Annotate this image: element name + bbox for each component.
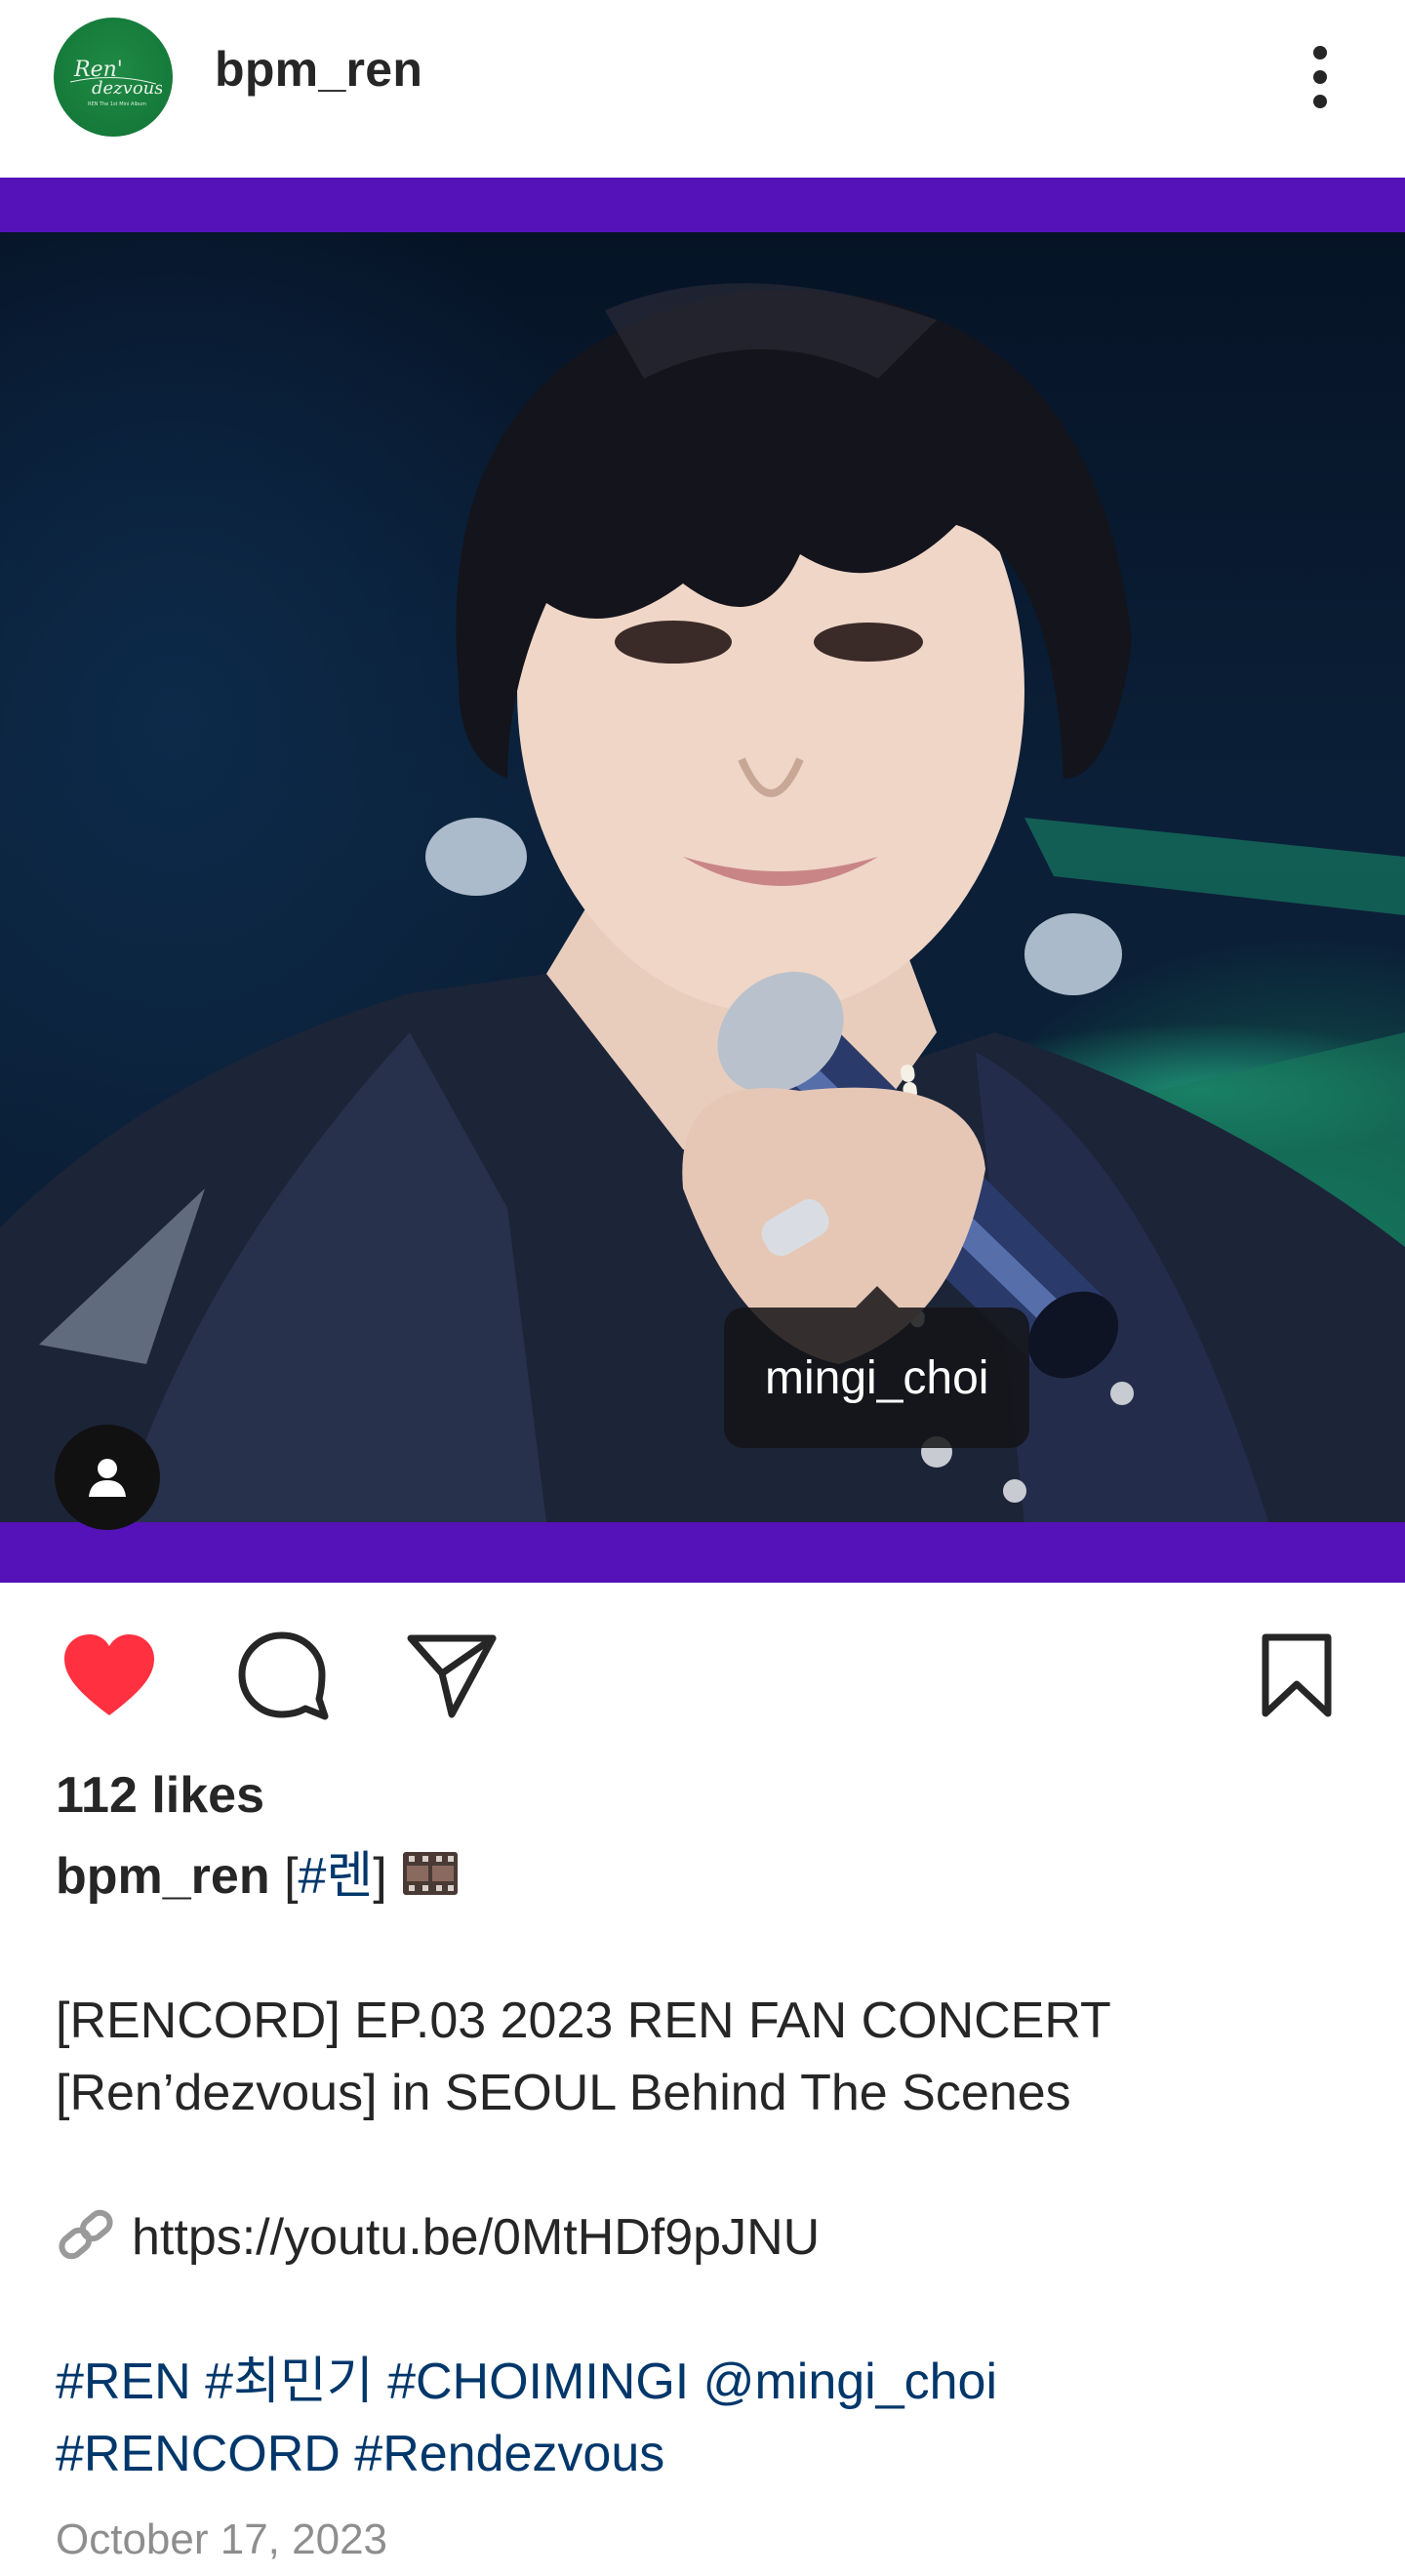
hashtag-choiminki-korean[interactable]: #최민기 [205, 2354, 373, 2410]
post-header: Ren' dezvous REN The 1st Mini Album bpm_… [0, 0, 1405, 178]
heart-filled-icon [64, 1634, 154, 1715]
caption-line-1: [RENCORD] EP.03 2023 REN FAN CONCERT [56, 1992, 1111, 2049]
caption-bracket-open: [ [284, 1848, 299, 1905]
caption-hashtags-line-2: #RENCORD #Rendezvous [56, 2418, 1353, 2490]
like-button[interactable] [56, 1622, 163, 1729]
paper-plane-icon [407, 1634, 497, 1718]
post-media[interactable]: mingi_choi [0, 178, 1405, 1583]
hashtag-ren[interactable]: #REN [56, 2354, 191, 2410]
comment-button[interactable] [228, 1622, 336, 1729]
caption-first-line: bpm_ren [#렌] [56, 1840, 1353, 1912]
hashtag-rendezvous[interactable]: #Rendezvous [354, 2426, 664, 2482]
caption-url-link[interactable]: https://youtu.be/0MtHDf9pJNU [132, 2209, 820, 2266]
post-date: October 17, 2023 [56, 2516, 388, 2563]
caption-link-line: https://youtu.be/0MtHDf9pJNU [56, 2201, 1353, 2274]
user-tag-bubble[interactable]: mingi_choi [724, 1286, 1030, 1448]
caption-hashtag-ren[interactable]: #렌 [299, 1848, 374, 1905]
like-count[interactable]: 112 likes [56, 1766, 264, 1825]
tagged-users-button[interactable] [55, 1425, 160, 1530]
svg-text:REN The 1st Mini Album: REN The 1st Mini Album [88, 101, 146, 107]
comment-icon [238, 1631, 329, 1720]
post-action-bar [0, 1583, 1405, 1758]
caption-hashtags-line-1: #REN #최민기 #CHOIMINGI @mingi_choi [56, 2346, 1353, 2418]
caption-username[interactable]: bpm_ren [56, 1848, 270, 1905]
post-username[interactable]: bpm_ren [215, 41, 422, 98]
share-button[interactable] [398, 1622, 505, 1729]
person-icon [89, 1459, 126, 1497]
caption-line-2: [Ren’dezvous] in SEOUL Behind The Scenes [56, 2065, 1071, 2121]
profile-avatar[interactable]: Ren' dezvous REN The 1st Mini Album [54, 18, 173, 137]
svg-text:dezvous: dezvous [92, 78, 162, 99]
film-frames-icon [403, 1852, 459, 1895]
user-tag-label: mingi_choi [765, 1351, 989, 1404]
post-caption: bpm_ren [#렌] [RENCORD] EP.03 2023 REN FA… [56, 1840, 1353, 2490]
link-icon [59, 2209, 113, 2260]
more-vertical-icon [1313, 46, 1327, 108]
hashtag-choimingi[interactable]: #CHOIMINGI [387, 2354, 689, 2410]
avatar-logo: Ren' dezvous REN The 1st Mini Album [69, 58, 162, 107]
more-options-button[interactable] [1288, 35, 1352, 119]
post-photo [0, 232, 1405, 1522]
caption-bracket-close: ] [373, 1848, 387, 1905]
concert-photo-illustration [0, 283, 1405, 1522]
save-button[interactable] [1243, 1622, 1350, 1729]
mention-mingi-choi[interactable]: @mingi_choi [703, 2354, 997, 2410]
hashtag-rencord[interactable]: #RENCORD [56, 2426, 341, 2482]
bookmark-icon [1262, 1633, 1332, 1717]
